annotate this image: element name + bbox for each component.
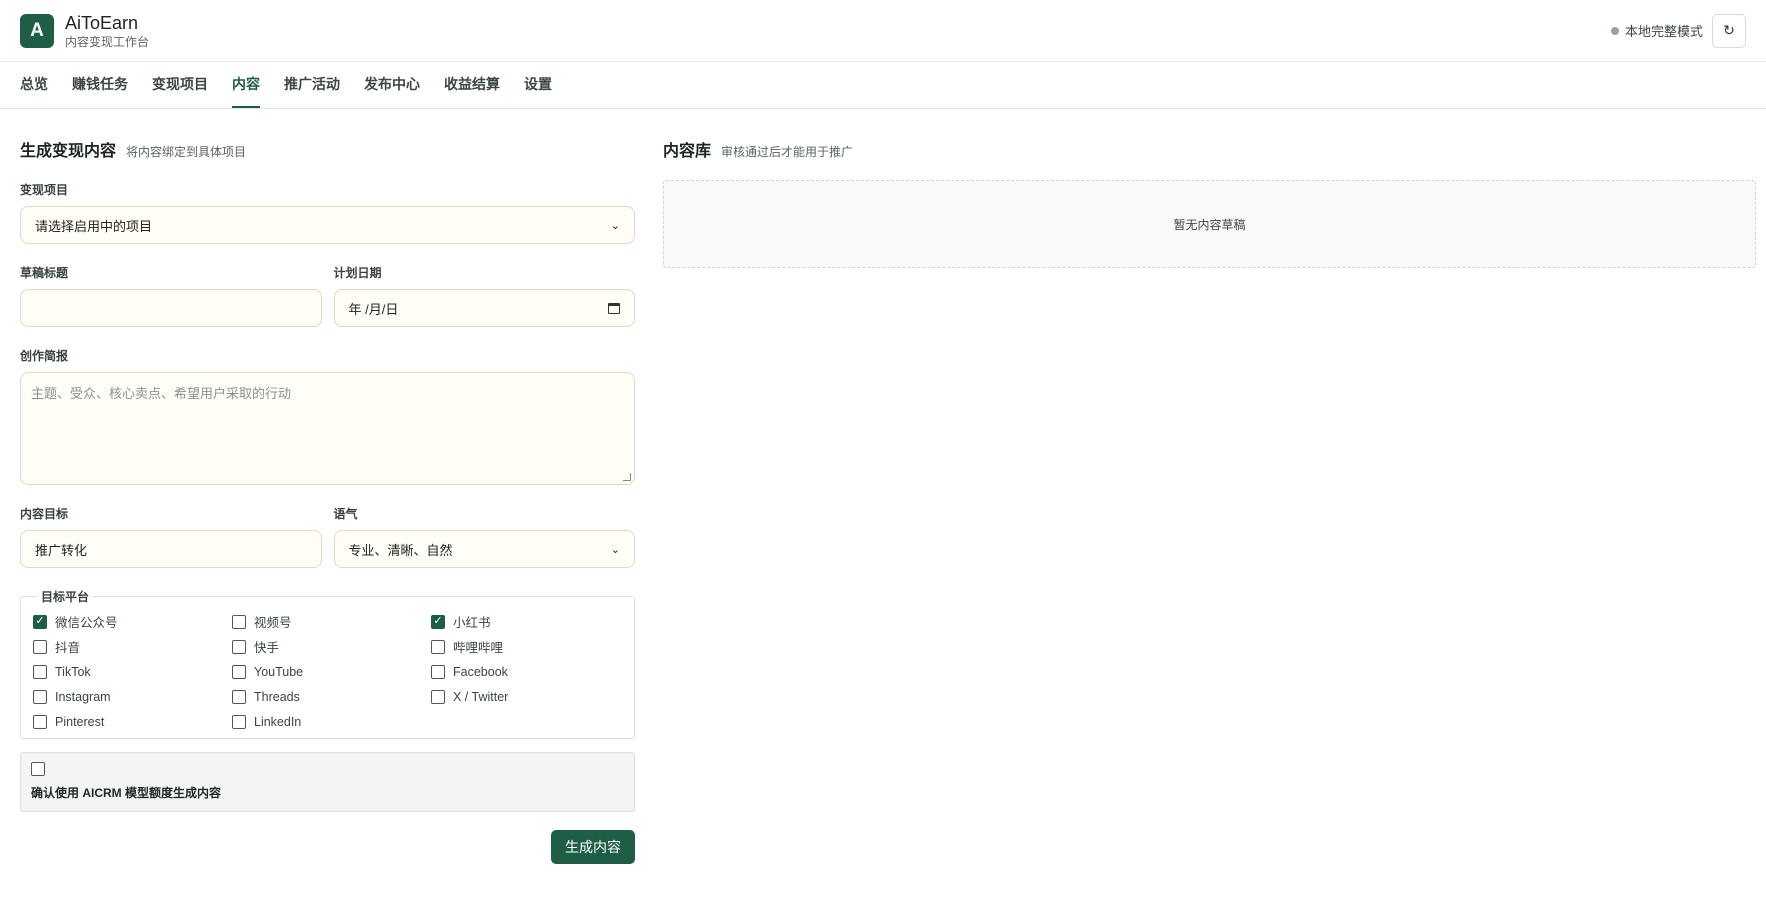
platform-label: Pinterest xyxy=(55,714,105,729)
platform-label: 视频号 xyxy=(254,616,292,630)
platform-option[interactable]: 抖音 xyxy=(33,638,232,655)
platform-label: 小红书 xyxy=(453,616,491,630)
plan-date-label: 计划日期 xyxy=(333,266,382,280)
calendar-icon[interactable] xyxy=(608,302,620,314)
platform-label: LinkedIn xyxy=(254,714,302,729)
content-page: 生成变现内容 将内容绑定到具体项目 变现项目 请选择启用中的项目 ⌄ 草稿标题 … xyxy=(0,109,1766,864)
nav-tab[interactable]: 推广活动 xyxy=(284,62,340,108)
library-title: 内容库 xyxy=(663,143,712,160)
confirm-label: 确认使用 AICRM 模型额度生成内容 xyxy=(31,786,221,800)
platform-checkbox[interactable] xyxy=(232,664,246,679)
platform-checkbox[interactable]: ✓ xyxy=(431,614,445,629)
platform-option[interactable]: 哔哩哔哩 xyxy=(431,638,611,655)
platform-option[interactable]: TikTok xyxy=(33,663,232,680)
platform-checkbox[interactable] xyxy=(232,614,246,629)
platform-option[interactable]: ✓ 微信公众号 xyxy=(33,613,232,630)
mode-label: 本地完整模式 xyxy=(1624,24,1703,39)
platform-label: Instagram xyxy=(55,689,111,704)
platform-label: TikTok xyxy=(55,664,91,679)
refresh-button[interactable]: ↻ xyxy=(1712,13,1746,48)
status-dot-icon xyxy=(1610,26,1619,35)
app-subtitle: 内容变现工作台 xyxy=(65,34,150,49)
platform-option[interactable]: Instagram xyxy=(33,688,232,705)
refresh-icon: ↻ xyxy=(1723,22,1735,38)
platform-option[interactable]: YouTube xyxy=(232,663,431,680)
tone-select[interactable]: 专业、清晰、自然 ⌄ xyxy=(333,530,635,568)
brief-placeholder: 主题、受众、核心卖点、希望用户采取的行动 xyxy=(31,386,292,401)
platform-checkbox[interactable] xyxy=(33,639,47,654)
platform-label: Threads xyxy=(254,689,300,704)
app-name: AiToEarn xyxy=(65,12,139,33)
mode-indicator: 本地完整模式 xyxy=(1610,21,1703,40)
app-logo: A xyxy=(20,13,54,48)
goal-input[interactable]: 推广转化 xyxy=(20,530,322,568)
platform-option[interactable]: 视频号 xyxy=(232,613,431,630)
generate-panel: 生成变现内容 将内容绑定到具体项目 变现项目 请选择启用中的项目 ⌄ 草稿标题 … xyxy=(20,137,635,864)
draft-title-label: 草稿标题 xyxy=(20,266,69,280)
nav-tab[interactable]: 发布中心 xyxy=(364,62,420,108)
main-nav: 总览 赚钱任务 变现项目 内容 推广活动 发布中心 收益结算 设置 xyxy=(0,62,1766,109)
chevron-down-icon: ⌄ xyxy=(610,219,620,232)
top-bar: A AiToEarn 内容变现工作台 本地完整模式 ↻ xyxy=(0,0,1766,62)
platform-checkbox[interactable] xyxy=(232,714,246,729)
empty-text: 暂无内容草稿 xyxy=(1173,217,1246,232)
library-subtitle: 审核通过后才能用于推广 xyxy=(721,145,854,159)
platform-checkbox[interactable] xyxy=(431,689,445,704)
platform-option[interactable]: Threads xyxy=(232,688,431,705)
project-label: 变现项目 xyxy=(20,183,69,197)
platform-checkbox[interactable] xyxy=(33,664,47,679)
platform-option[interactable]: LinkedIn xyxy=(232,713,431,730)
resize-handle-icon[interactable] xyxy=(623,473,631,481)
brief-textarea[interactable]: 主题、受众、核心卖点、希望用户采取的行动 xyxy=(20,372,635,485)
platform-option[interactable]: Pinterest xyxy=(33,713,232,730)
platform-option[interactable]: ✓ 小红书 xyxy=(431,613,611,630)
generate-title: 生成变现内容 xyxy=(20,143,117,160)
nav-tab[interactable]: 总览 xyxy=(20,62,48,108)
generate-button[interactable]: 生成内容 xyxy=(551,830,635,864)
platform-checkbox[interactable]: ✓ xyxy=(33,614,47,629)
platform-label: 快手 xyxy=(254,641,280,655)
platform-checkbox[interactable] xyxy=(33,714,47,729)
nav-tab[interactable]: 赚钱任务 xyxy=(72,62,128,108)
platform-label: 微信公众号 xyxy=(55,616,118,630)
platform-label: 哔哩哔哩 xyxy=(453,641,504,655)
platform-option[interactable]: 快手 xyxy=(232,638,431,655)
platform-checkbox[interactable] xyxy=(33,689,47,704)
platform-option[interactable]: Facebook xyxy=(431,663,611,680)
draft-title-input[interactable] xyxy=(20,289,322,327)
nav-tab[interactable]: 变现项目 xyxy=(152,62,208,108)
platform-label: X / Twitter xyxy=(453,689,509,704)
platform-checkbox[interactable] xyxy=(431,639,445,654)
confirm-checkbox[interactable] xyxy=(31,762,45,776)
brand: A AiToEarn 内容变现工作台 xyxy=(20,12,149,50)
goal-label: 内容目标 xyxy=(20,507,69,521)
platforms-fieldset: 目标平台 ✓ 微信公众号 视频号 ✓ 小红书抖音 快手 哔哩哔哩 TikTok YouTube F… xyxy=(20,588,635,739)
nav-tab[interactable]: 内容 xyxy=(232,62,260,108)
project-select[interactable]: 请选择启用中的项目 ⌄ xyxy=(20,206,635,244)
library-empty-state: 暂无内容草稿 xyxy=(663,180,1756,268)
plan-date-input[interactable]: 年 /月/日 xyxy=(333,289,635,327)
tone-label: 语气 xyxy=(333,507,358,521)
platform-checkbox[interactable] xyxy=(232,689,246,704)
nav-tab[interactable]: 收益结算 xyxy=(444,62,500,108)
library-panel: 内容库 审核通过后才能用于推广 暂无内容草稿 xyxy=(663,137,1756,864)
platform-checkbox[interactable] xyxy=(232,639,246,654)
nav-tab[interactable]: 设置 xyxy=(524,62,552,108)
chevron-down-icon: ⌄ xyxy=(610,543,620,556)
confirm-box: 确认使用 AICRM 模型额度生成内容 xyxy=(20,752,635,812)
brief-label: 创作简报 xyxy=(20,349,69,363)
platform-checkbox[interactable] xyxy=(431,664,445,679)
generate-subtitle: 将内容绑定到具体项目 xyxy=(126,145,247,159)
platforms-legend: 目标平台 xyxy=(41,590,90,604)
platform-option[interactable]: X / Twitter xyxy=(431,688,611,705)
platform-label: Facebook xyxy=(453,664,508,679)
platform-label: YouTube xyxy=(254,664,304,679)
platform-label: 抖音 xyxy=(55,641,81,655)
